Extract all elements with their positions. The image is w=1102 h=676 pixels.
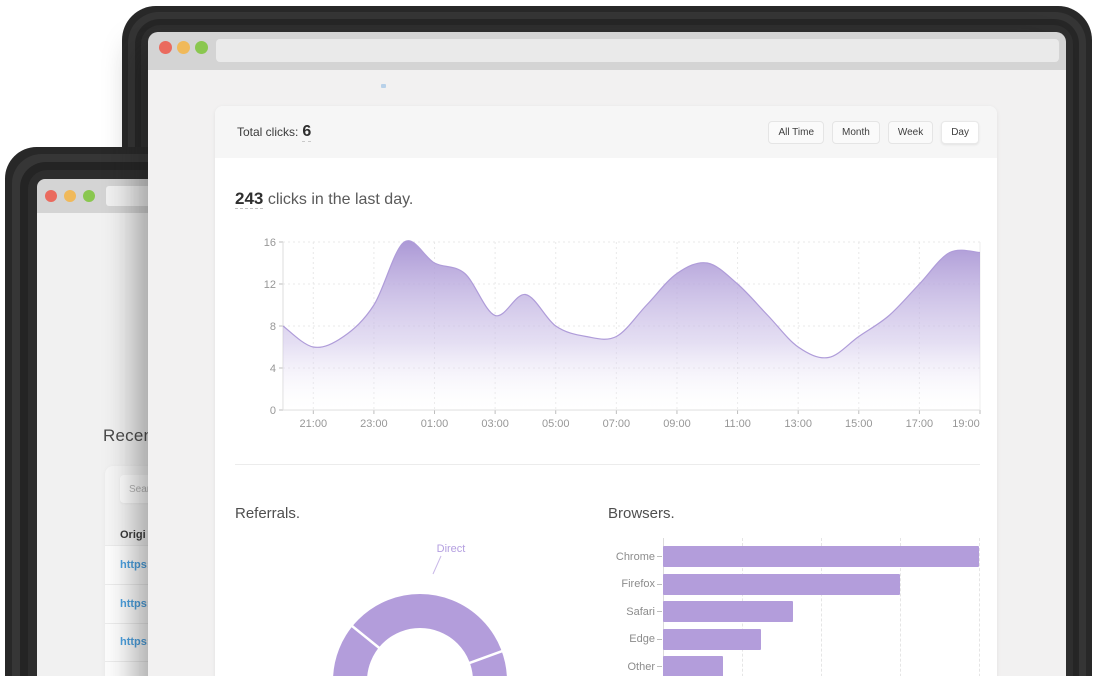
bar-row-chrome: Chrome <box>600 546 979 567</box>
minimize-window-button[interactable] <box>177 41 190 54</box>
bar-other <box>663 656 723 676</box>
filter-button-week[interactable]: Week <box>888 121 933 144</box>
bar-label: Chrome <box>600 551 655 563</box>
referrals-donut-chart: Direct <box>327 537 513 676</box>
recent-links-heading: Recen <box>103 426 153 446</box>
window-controls <box>45 190 95 202</box>
clicks-area-chart: 0 4 8 12 16 21:00 23:00 01:00 03:00 05:00 07:00 09:… <box>230 228 990 440</box>
tick-mark <box>657 639 662 640</box>
bar-row-safari: Safari <box>600 601 793 622</box>
bar-row-other: Other <box>600 656 723 676</box>
minimize-window-button[interactable] <box>64 190 76 202</box>
stats-card-header: Total clicks: 6 All Time Month Week Day <box>215 106 997 158</box>
close-window-button[interactable] <box>159 41 172 54</box>
svg-text:16: 16 <box>264 237 276 249</box>
close-window-button[interactable] <box>45 190 57 202</box>
referrals-section-title: Referrals. <box>235 505 300 522</box>
maximize-window-button[interactable] <box>83 190 95 202</box>
short-link[interactable]: https: <box>120 559 151 571</box>
tick-mark <box>657 666 662 667</box>
table-header-original-url: Origi <box>120 529 146 541</box>
svg-text:15:00: 15:00 <box>845 418 873 430</box>
svg-text:0: 0 <box>270 405 276 417</box>
address-bar[interactable] <box>216 39 1059 62</box>
favicon-dot <box>381 84 386 88</box>
svg-text:12: 12 <box>264 279 276 291</box>
clicks-chart-title: 243 clicks in the last day. <box>235 189 413 209</box>
svg-text:8: 8 <box>270 321 276 333</box>
filter-button-month[interactable]: Month <box>832 121 880 144</box>
stage: Recen Origi https:https:https:https:http… <box>0 0 1102 676</box>
front-window-titlebar <box>148 32 1066 70</box>
svg-text:19:00: 19:00 <box>952 418 980 430</box>
filter-button-day[interactable]: Day <box>941 121 979 144</box>
svg-text:13:00: 13:00 <box>784 418 812 430</box>
svg-text:17:00: 17:00 <box>906 418 934 430</box>
clicks-count: 243 <box>235 189 263 209</box>
svg-text:11:00: 11:00 <box>724 418 751 430</box>
bar-label: Firefox <box>600 578 655 590</box>
bar-row-firefox: Firefox <box>600 574 900 595</box>
svg-text:07:00: 07:00 <box>603 418 631 430</box>
maximize-window-button[interactable] <box>195 41 208 54</box>
bar-row-edge: Edge <box>600 629 761 650</box>
short-link[interactable]: https: <box>120 636 151 648</box>
total-clicks-label: Total clicks: <box>237 125 298 139</box>
time-filter-group: All Time Month Week Day <box>768 106 979 158</box>
short-link[interactable]: https: <box>120 598 151 610</box>
svg-text:21:00: 21:00 <box>300 418 328 430</box>
svg-text:01:00: 01:00 <box>421 418 449 430</box>
svg-text:Direct: Direct <box>437 543 466 555</box>
svg-text:03:00: 03:00 <box>481 418 509 430</box>
bar-firefox <box>663 574 900 595</box>
browsers-bar-chart: Chrome Firefox Safari Edge Other <box>600 530 990 676</box>
filter-button-all-time[interactable]: All Time <box>768 121 824 144</box>
svg-text:09:00: 09:00 <box>663 418 691 430</box>
tick-mark <box>657 584 662 585</box>
bar-label: Edge <box>600 633 655 645</box>
bar-edge <box>663 629 761 650</box>
analytics-browser-window: Total clicks: 6 All Time Month Week Day 243… <box>148 32 1066 676</box>
bar-label: Other <box>600 661 655 673</box>
tick-mark <box>657 556 662 557</box>
svg-text:4: 4 <box>270 363 276 375</box>
section-divider <box>235 464 980 465</box>
gridline <box>979 538 980 676</box>
clicks-title-rest: clicks in the last day. <box>263 191 413 208</box>
browsers-section-title: Browsers. <box>608 505 675 522</box>
bar-safari <box>663 601 793 622</box>
svg-text:23:00: 23:00 <box>360 418 388 430</box>
bar-chrome <box>663 546 979 567</box>
window-controls <box>159 41 208 54</box>
bar-label: Safari <box>600 606 655 618</box>
tick-mark <box>657 611 662 612</box>
total-clicks-value: 6 <box>302 123 311 142</box>
svg-text:05:00: 05:00 <box>542 418 570 430</box>
